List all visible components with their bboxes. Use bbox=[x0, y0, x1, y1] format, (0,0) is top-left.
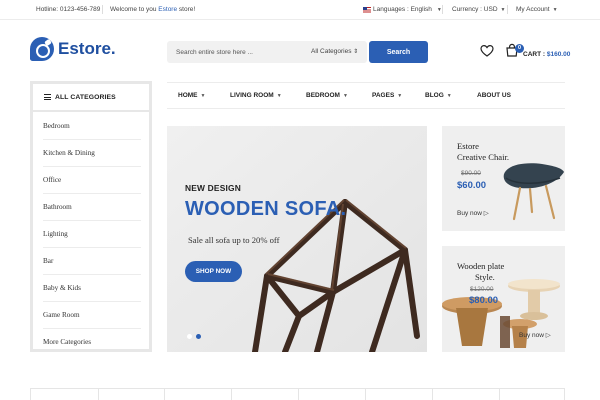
category-item-office[interactable]: Office bbox=[43, 167, 141, 194]
nav-label: LIVING ROOM bbox=[230, 92, 274, 99]
top-bar: Hotline: 0123-456-789 Welcome to you Est… bbox=[0, 0, 600, 20]
nav-item-living-room[interactable]: LIVING ROOM ▼ bbox=[230, 92, 282, 99]
banner-old-price: $90.00 bbox=[461, 170, 481, 177]
shop-now-button[interactable]: SHOP NOW bbox=[185, 261, 242, 282]
nav-label: BEDROOM bbox=[306, 92, 340, 99]
chevron-down-icon: ▼ bbox=[276, 93, 282, 99]
chevron-down-icon: ▼ bbox=[397, 93, 403, 99]
banner-new-price: $60.00 bbox=[457, 180, 487, 191]
wishlist-heart-icon[interactable] bbox=[480, 44, 494, 58]
banner-title-line1: Estore bbox=[457, 141, 479, 151]
slider-dot-2-active[interactable] bbox=[196, 334, 201, 339]
categories-panel: ALL CATEGORIES Bedroom Kitchen & Dining … bbox=[30, 81, 152, 352]
currency-label: Currency : USD bbox=[452, 6, 498, 13]
menu-icon bbox=[44, 94, 51, 100]
hotline-text: Hotline: 0123-456-789 bbox=[36, 6, 101, 13]
divider bbox=[499, 389, 500, 400]
sort-arrows-icon: ⇕ bbox=[353, 49, 359, 55]
hero-subtitle: NEW DESIGN bbox=[185, 183, 241, 193]
currency-selector[interactable]: Currency : USD ▼ bbox=[452, 6, 505, 13]
divider bbox=[432, 389, 433, 400]
us-flag-icon bbox=[363, 6, 371, 13]
banner-title-line2: Style. bbox=[475, 272, 495, 282]
nav-item-bedroom[interactable]: BEDROOM ▼ bbox=[306, 92, 348, 99]
divider bbox=[231, 389, 232, 400]
language-label: Languages : English bbox=[373, 6, 432, 13]
nav-item-pages[interactable]: PAGES ▼ bbox=[372, 92, 402, 99]
nav-label: PAGES bbox=[372, 92, 395, 99]
category-item-game-room[interactable]: Game Room bbox=[43, 302, 141, 329]
category-item-more[interactable]: More Categories bbox=[43, 329, 141, 356]
logo-text: Estore. bbox=[58, 39, 116, 58]
banner-title-line1: Wooden plate bbox=[457, 261, 505, 271]
banner-old-price: $120.00 bbox=[470, 286, 494, 293]
divider bbox=[507, 5, 508, 14]
divider bbox=[102, 5, 103, 14]
category-item-bathroom[interactable]: Bathroom bbox=[43, 194, 141, 221]
hero-description: Sale all sofa up to 20% off bbox=[188, 235, 280, 245]
nav-item-about-us[interactable]: ABOUT US bbox=[477, 92, 511, 99]
category-select[interactable]: All Categories ⇕ bbox=[311, 48, 358, 55]
search-bar: All Categories ⇕ bbox=[167, 41, 367, 63]
category-item-lighting[interactable]: Lighting bbox=[43, 221, 141, 248]
category-item-bedroom[interactable]: Bedroom bbox=[43, 113, 141, 140]
cart-label: CART : bbox=[523, 51, 547, 58]
nav-item-home[interactable]: HOME ▼ bbox=[178, 92, 205, 99]
arrow-right-icon: ▷ bbox=[545, 332, 551, 339]
hero-title: WOODEN SOFA. bbox=[185, 198, 347, 220]
buy-now-label: Buy now bbox=[519, 332, 544, 339]
cart-amount: $160.00 bbox=[546, 51, 571, 58]
categories-title: ALL CATEGORIES bbox=[55, 94, 116, 101]
chevron-down-icon: ▼ bbox=[342, 93, 348, 99]
chevron-down-icon: ▼ bbox=[446, 93, 452, 99]
banner-title-line2: Creative Chair. bbox=[457, 152, 510, 162]
welcome-store-link[interactable]: Estore bbox=[158, 6, 177, 13]
chevron-down-icon: ▼ bbox=[200, 93, 206, 99]
main-nav: HOME ▼ LIVING ROOM ▼ BEDROOM ▼ PAGES ▼ BLOG ▼… bbox=[167, 82, 565, 109]
account-menu[interactable]: My Account ▼ bbox=[516, 6, 558, 13]
welcome-prefix: Welcome to you bbox=[110, 6, 159, 13]
divider bbox=[442, 5, 443, 14]
nav-label: BLOG bbox=[425, 92, 444, 99]
hero-slider: NEW DESIGN WOODEN SOFA. Sale all sofa up… bbox=[167, 126, 427, 352]
search-button[interactable]: Search bbox=[369, 41, 428, 63]
search-input[interactable] bbox=[167, 41, 302, 63]
site-logo[interactable]: Estore. bbox=[30, 37, 116, 61]
account-label: My Account bbox=[516, 6, 550, 13]
features-strip bbox=[30, 388, 565, 400]
cart-summary[interactable]: CART : $160.00 bbox=[523, 51, 570, 58]
language-selector[interactable]: Languages : English ▼ bbox=[363, 6, 442, 13]
banner-buy-now[interactable]: Buy now ▷ bbox=[519, 331, 551, 339]
chevron-down-icon: ▼ bbox=[500, 7, 506, 13]
buy-now-label: Buy now bbox=[457, 210, 482, 217]
divider bbox=[98, 389, 99, 400]
welcome-text: Welcome to you Estore store! bbox=[110, 6, 195, 13]
slider-dot-1[interactable] bbox=[187, 334, 192, 339]
divider bbox=[365, 389, 366, 400]
welcome-suffix: store! bbox=[177, 6, 196, 13]
banner-new-price: $80.00 bbox=[469, 295, 499, 306]
category-item-kitchen-dining[interactable]: Kitchen & Dining bbox=[43, 140, 141, 167]
logo-icon bbox=[30, 37, 54, 61]
category-item-baby-kids[interactable]: Baby & Kids bbox=[43, 275, 141, 302]
divider bbox=[298, 389, 299, 400]
divider bbox=[164, 389, 165, 400]
categories-header[interactable]: ALL CATEGORIES bbox=[33, 84, 149, 112]
arrow-right-icon: ▷ bbox=[483, 210, 489, 217]
chevron-down-icon: ▼ bbox=[552, 7, 558, 13]
category-select-label: All Categories bbox=[311, 48, 352, 55]
nav-item-blog[interactable]: BLOG ▼ bbox=[425, 92, 452, 99]
nav-label: HOME bbox=[178, 92, 198, 99]
category-item-bar[interactable]: Bar bbox=[43, 248, 141, 275]
promo-banner-plates[interactable]: Wooden plate Style. $120.00 $80.00 Buy n… bbox=[442, 246, 565, 352]
promo-banner-chair[interactable]: Estore Creative Chair. $90.00 $60.00 Buy… bbox=[442, 126, 565, 231]
banner-buy-now[interactable]: Buy now ▷ bbox=[457, 209, 489, 217]
